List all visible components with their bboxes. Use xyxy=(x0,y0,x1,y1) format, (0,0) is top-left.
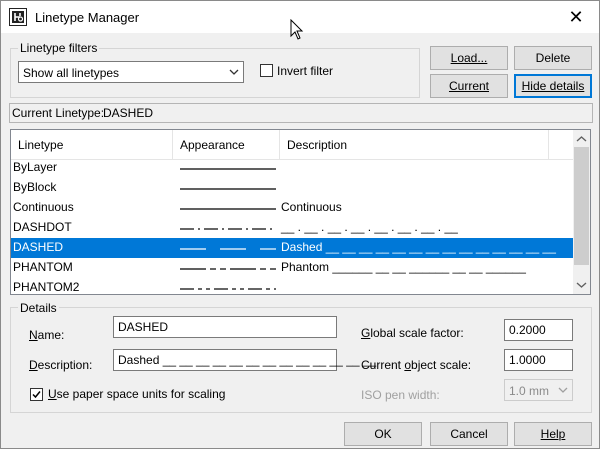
linetype-name: PHANTOM xyxy=(13,260,73,274)
column-header-appearance[interactable]: Appearance xyxy=(173,130,280,160)
scroll-down-icon[interactable] xyxy=(576,281,587,289)
cancel-button-label: Cancel xyxy=(450,427,488,441)
list-header: Linetype Appearance Description xyxy=(11,130,575,160)
vertical-scrollbar[interactable] xyxy=(573,130,590,294)
linetype-name: PHANTOM2 xyxy=(13,280,80,294)
linetype-name: Continuous xyxy=(13,200,74,214)
details-legend: Details xyxy=(18,301,59,315)
global-scale-value: 0.2000 xyxy=(509,323,546,337)
chevron-down-icon xyxy=(229,69,239,75)
scrollbar-thumb[interactable] xyxy=(574,147,589,265)
list-item[interactable]: PHANTOM Phantom ______ __ __ ______ __ __… xyxy=(11,258,575,278)
list-item[interactable]: ByBlock xyxy=(11,178,575,198)
linetype-name: DASHDOT xyxy=(13,220,72,234)
linetype-appearance xyxy=(180,248,276,250)
linetype-appearance xyxy=(180,168,276,170)
current-button-label: Current xyxy=(448,79,489,93)
list-item[interactable]: ByLayer xyxy=(11,158,575,178)
column-header-description[interactable]: Description xyxy=(280,130,549,160)
paper-space-label[interactable]: Use paper space units for scaling xyxy=(48,387,225,401)
hide-details-button-label: Hide details xyxy=(521,79,585,93)
linetype-description: Dashed __ __ __ __ __ __ __ __ __ __ __ … xyxy=(281,240,556,254)
linetype-description: Phantom ______ __ __ ______ __ __ ______ xyxy=(281,260,526,274)
list-item[interactable]: DASHDOT __ . __ . __ . __ . __ . __ . __ … xyxy=(11,218,575,238)
linetype-filter-select[interactable]: Show all linetypes xyxy=(18,61,244,83)
description-field-value: Dashed __ __ __ __ __ __ __ __ __ __ __ … xyxy=(118,353,377,367)
linetype-manager-dialog: Linetype Manager ✕ Linetype filters Show… xyxy=(0,0,600,449)
ok-button[interactable]: OK xyxy=(344,422,422,446)
window-title: Linetype Manager xyxy=(35,10,140,25)
linetype-filter-value: Show all linetypes xyxy=(23,66,120,80)
list-rows: ByLayer ByBlock Continuous Continuous DASHDO… xyxy=(11,158,575,294)
ok-button-label: OK xyxy=(374,427,392,441)
checkmark-icon xyxy=(32,391,41,399)
current-linetype-bar: Current Linetype: DASHED xyxy=(9,103,593,123)
linetype-name: ByBlock xyxy=(13,180,57,194)
invert-filter-checkbox[interactable] xyxy=(260,64,273,77)
load-button-label: Load... xyxy=(450,51,488,65)
delete-button[interactable]: Delete xyxy=(514,46,592,70)
object-scale-label: Current object scale: xyxy=(361,358,472,372)
linetype-list[interactable]: Linetype Appearance Description ByLayer B… xyxy=(10,129,591,295)
linetype-name: DASHED xyxy=(13,240,64,254)
global-scale-label: Global scale factor: xyxy=(361,326,464,340)
list-item[interactable]: DASHED Dashed __ __ __ __ __ __ __ __ __ … xyxy=(11,238,575,258)
linetype-appearance xyxy=(180,188,276,190)
scroll-up-icon[interactable] xyxy=(576,135,587,143)
iso-pen-width-value: 1.0 mm xyxy=(509,384,550,398)
iso-pen-width-label: ISO pen width: xyxy=(361,388,440,402)
cancel-button[interactable]: Cancel xyxy=(430,422,508,446)
object-scale-field[interactable]: 1.0000 xyxy=(504,349,573,371)
linetype-appearance xyxy=(180,288,276,290)
invert-filter-label[interactable]: Invert filter xyxy=(277,64,333,78)
load-button[interactable]: Load... xyxy=(430,46,508,70)
name-label: Name: xyxy=(29,328,65,342)
column-header-linetype[interactable]: Linetype xyxy=(11,130,173,160)
linetype-description: Continuous xyxy=(281,200,342,214)
hide-details-button[interactable]: Hide details xyxy=(514,74,592,98)
current-linetype-value: DASHED xyxy=(103,106,154,120)
linetype-appearance xyxy=(180,228,272,230)
help-button-label: Help xyxy=(540,427,566,441)
close-icon[interactable]: ✕ xyxy=(561,6,591,28)
mouse-cursor-icon xyxy=(290,19,304,40)
current-linetype-label: Current Linetype: xyxy=(12,106,105,120)
help-button[interactable]: Help xyxy=(514,422,592,446)
chevron-down-icon xyxy=(558,387,568,393)
app-icon xyxy=(9,8,27,26)
global-scale-field[interactable]: 0.2000 xyxy=(504,319,573,341)
linetype-appearance xyxy=(180,208,276,210)
name-field[interactable]: DASHED xyxy=(113,316,337,338)
current-button[interactable]: Current xyxy=(430,74,508,98)
delete-button-label: Delete xyxy=(535,51,571,65)
linetype-filters-legend: Linetype filters xyxy=(18,41,100,55)
name-field-value: DASHED xyxy=(118,320,169,334)
linetype-appearance xyxy=(180,268,276,270)
list-item[interactable]: PHANTOM2 xyxy=(11,278,575,294)
linetype-description: __ . __ . __ . __ . __ . __ . __ . __ xyxy=(281,220,458,234)
description-field[interactable]: Dashed __ __ __ __ __ __ __ __ __ __ __ … xyxy=(113,349,376,371)
list-item[interactable]: Continuous Continuous xyxy=(11,198,575,218)
paper-space-checkbox[interactable] xyxy=(30,388,43,401)
object-scale-value: 1.0000 xyxy=(509,353,546,367)
iso-pen-width-select: 1.0 mm xyxy=(504,379,573,401)
linetype-name: ByLayer xyxy=(13,160,58,174)
description-label: Description: xyxy=(29,358,93,372)
